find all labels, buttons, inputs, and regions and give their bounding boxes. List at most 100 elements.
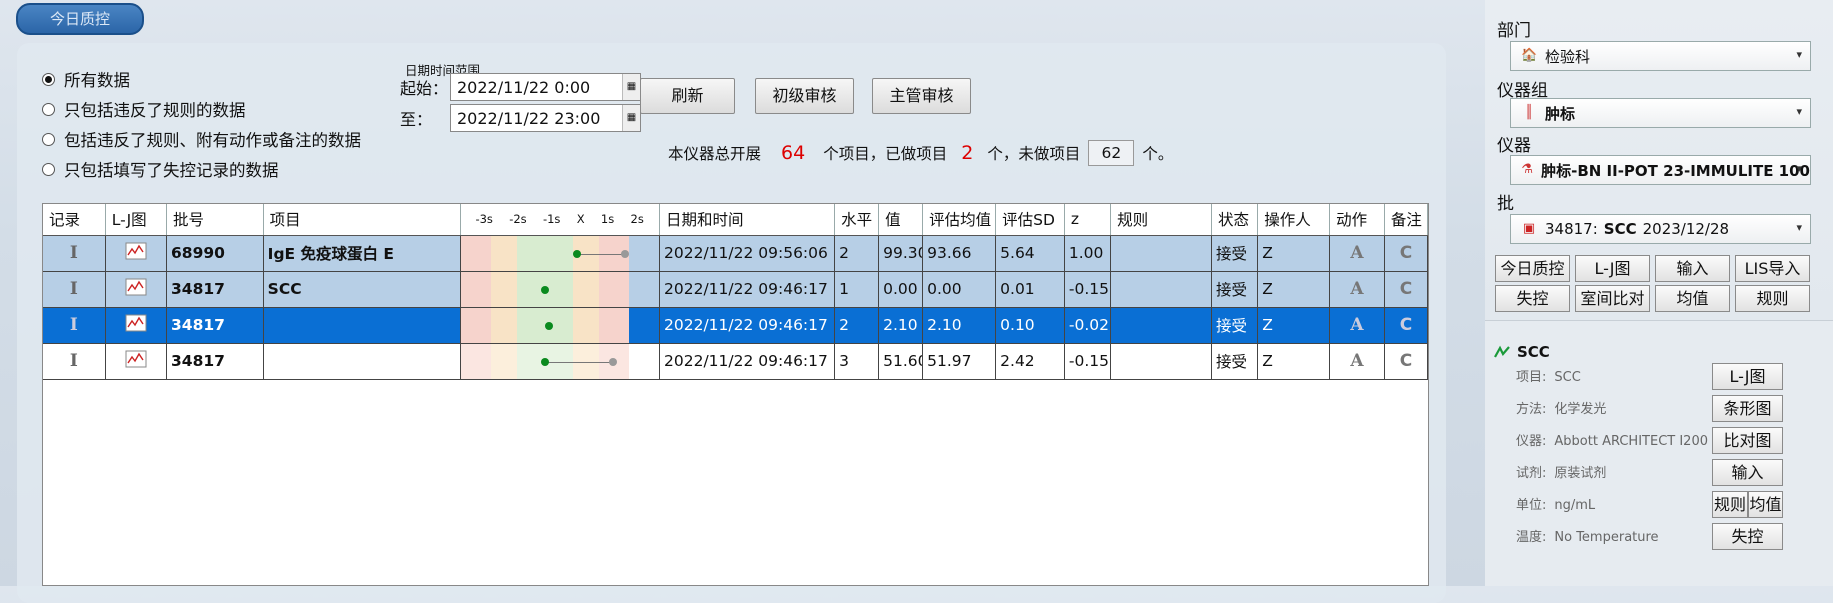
detail-lj-button[interactable]: L-J图 — [1712, 363, 1783, 390]
qc-point — [545, 321, 554, 330]
col-level[interactable]: 水平 — [834, 204, 880, 236]
operator-cell: Z — [1257, 271, 1331, 308]
detail-ooc-button[interactable]: 失控 — [1712, 523, 1783, 550]
record-icon[interactable]: I — [43, 307, 106, 344]
dept-dropdown[interactable]: 🏠 检验科 ▾ — [1510, 41, 1811, 71]
qc-point — [541, 285, 550, 294]
not-done-items-count: 62 — [1088, 140, 1135, 166]
table-row[interactable]: I 68990 IgE 免疫球蛋白 E 2022/11/22 09:56:06 … — [43, 235, 1429, 272]
lj-chart-icon[interactable] — [105, 343, 168, 380]
record-icon[interactable]: I — [43, 235, 106, 272]
chevron-down-icon: ▾ — [1796, 105, 1802, 118]
col-datetime[interactable]: 日期和时间 — [659, 204, 836, 236]
action-icon[interactable]: A — [1329, 343, 1385, 380]
col-value[interactable]: 值 — [878, 204, 924, 236]
col-item[interactable]: 项目 — [263, 204, 462, 236]
radio-icon[interactable] — [42, 162, 55, 176]
col-lj[interactable]: L-J图 — [105, 204, 168, 236]
lj-mini-chart — [460, 343, 660, 380]
radio-icon[interactable] — [42, 102, 55, 116]
datetime-cell: 2022/11/22 09:46:17 — [659, 307, 836, 344]
lis-import-button[interactable]: LIS导入 — [1735, 255, 1810, 282]
note-icon[interactable]: C — [1384, 307, 1429, 344]
calendar-icon[interactable]: ▦ — [622, 74, 640, 100]
zone-3s-high — [599, 307, 630, 342]
instrument-summary: 本仪器总开展 64 个项目，已做项目 2 个，未做项目 62 个。 — [668, 140, 1174, 166]
lj-chart-icon[interactable] — [105, 235, 168, 272]
radio-icon[interactable] — [42, 132, 55, 146]
col-z[interactable]: z — [1064, 204, 1112, 236]
datetime-cell: 2022/11/22 09:46:17 — [659, 343, 836, 380]
action-icon[interactable]: A — [1329, 271, 1385, 308]
table-row[interactable]: I 34817 SCC 2022/11/22 09:46:17 1 0.00 0… — [43, 271, 1429, 308]
primary-review-button[interactable]: 初级审核 — [755, 78, 854, 114]
col-status[interactable]: 状态 — [1211, 204, 1259, 236]
supervisor-review-button[interactable]: 主管审核 — [872, 78, 971, 114]
end-date-row: 至： 2022/11/22 23:00 ▦ — [400, 104, 641, 132]
lot-dropdown[interactable]: ▣ 34817: SCC 2023/12/28 ▾ — [1510, 214, 1811, 244]
inter-lab-compare-button[interactable]: 室间比对 — [1575, 285, 1650, 312]
instrument-dropdown[interactable]: ⚗ 肿标-BN II-POT 23-IMMULITE 100 ▾ — [1510, 155, 1811, 185]
lj-chart-button[interactable]: L-J图 — [1575, 255, 1650, 282]
start-datetime-input[interactable]: 2022/11/22 0:00 ▦ — [450, 73, 641, 101]
top-bar: 今日质控 — [0, 0, 1485, 40]
analyzer-icon: ⚗ — [1521, 162, 1533, 177]
calendar-icon[interactable]: ▦ — [622, 105, 640, 131]
sd-cell: 2.42 — [995, 343, 1065, 380]
lj-chart-icon[interactable] — [105, 307, 168, 344]
zone-2s-high — [573, 271, 600, 306]
instrument-group-dropdown[interactable]: ║ 肿标 ▾ — [1510, 98, 1811, 128]
filter-option-violations-actions[interactable]: 包括违反了规则、附有动作或备注的数据 — [42, 124, 361, 154]
col-operator[interactable]: 操作人 — [1257, 204, 1331, 236]
today-qc-button[interactable]: 今日质控 — [1495, 255, 1570, 282]
note-icon[interactable]: C — [1384, 271, 1429, 308]
mean-cell: 51.97 — [922, 343, 997, 380]
detail-input-button[interactable]: 输入 — [1712, 459, 1783, 486]
refresh-button[interactable]: 刷新 — [640, 78, 735, 114]
action-icon[interactable]: A — [1329, 235, 1385, 272]
action-icon[interactable]: A — [1329, 307, 1385, 344]
zone-2s-low — [491, 235, 518, 270]
lot-cell: 34817 — [166, 307, 264, 344]
record-icon[interactable]: I — [43, 271, 106, 308]
rules-button[interactable]: 规则 — [1735, 285, 1810, 312]
item-cell: SCC — [263, 271, 462, 308]
note-icon[interactable]: C — [1384, 235, 1429, 272]
zone-1s — [517, 235, 574, 270]
sd-cell: 0.01 — [995, 271, 1065, 308]
zone-3s-low — [461, 307, 492, 342]
today-qc-tab[interactable]: 今日质控 — [16, 3, 144, 35]
dept-label: 部门 — [1497, 21, 1531, 41]
lj-mini-chart — [460, 307, 660, 344]
item-cell — [263, 307, 462, 344]
lot-label: 批 — [1497, 194, 1514, 214]
detail-rule-button[interactable]: 规则 — [1712, 491, 1748, 518]
input-button[interactable]: 输入 — [1655, 255, 1730, 282]
record-icon[interactable]: I — [43, 343, 106, 380]
filter-option-all[interactable]: 所有数据 — [42, 64, 361, 94]
radio-selected-icon[interactable] — [42, 72, 55, 86]
end-datetime-input[interactable]: 2022/11/22 23:00 ▦ — [450, 104, 641, 132]
col-record[interactable]: 记录 — [43, 204, 106, 236]
detail-item-row: 项目: SCC — [1516, 370, 1581, 385]
col-mean[interactable]: 评估均值 — [922, 204, 997, 236]
lj-chart-icon[interactable] — [105, 271, 168, 308]
col-lot[interactable]: 批号 — [166, 204, 264, 236]
col-rule[interactable]: 规则 — [1110, 204, 1213, 236]
filter-option-ooc-records[interactable]: 只包括填写了失控记录的数据 — [42, 154, 361, 184]
col-action[interactable]: 动作 — [1329, 204, 1385, 236]
filter-option-violations[interactable]: 只包括违反了规则的数据 — [42, 94, 361, 124]
col-sd[interactable]: 评估SD — [995, 204, 1065, 236]
mean-button[interactable]: 均值 — [1655, 285, 1730, 312]
detail-bar-chart-button[interactable]: 条形图 — [1712, 395, 1783, 422]
col-note[interactable]: 备注 — [1384, 204, 1429, 236]
table-row-selected[interactable]: I 34817 2022/11/22 09:46:17 2 2.10 2.10 … — [43, 307, 1429, 344]
table-row[interactable]: I 34817 2022/11/22 09:46:17 3 51.60 — [43, 343, 1429, 380]
level-cell: 3 — [834, 343, 880, 380]
col-scale: -3s -2s -1s X 1s 2s — [460, 204, 660, 236]
note-icon[interactable]: C — [1384, 343, 1429, 380]
out-of-control-button[interactable]: 失控 — [1495, 285, 1570, 312]
detail-compare-button[interactable]: 比对图 — [1712, 427, 1783, 454]
item-icon — [1494, 345, 1510, 358]
detail-mean-button[interactable]: 均值 — [1748, 491, 1783, 518]
